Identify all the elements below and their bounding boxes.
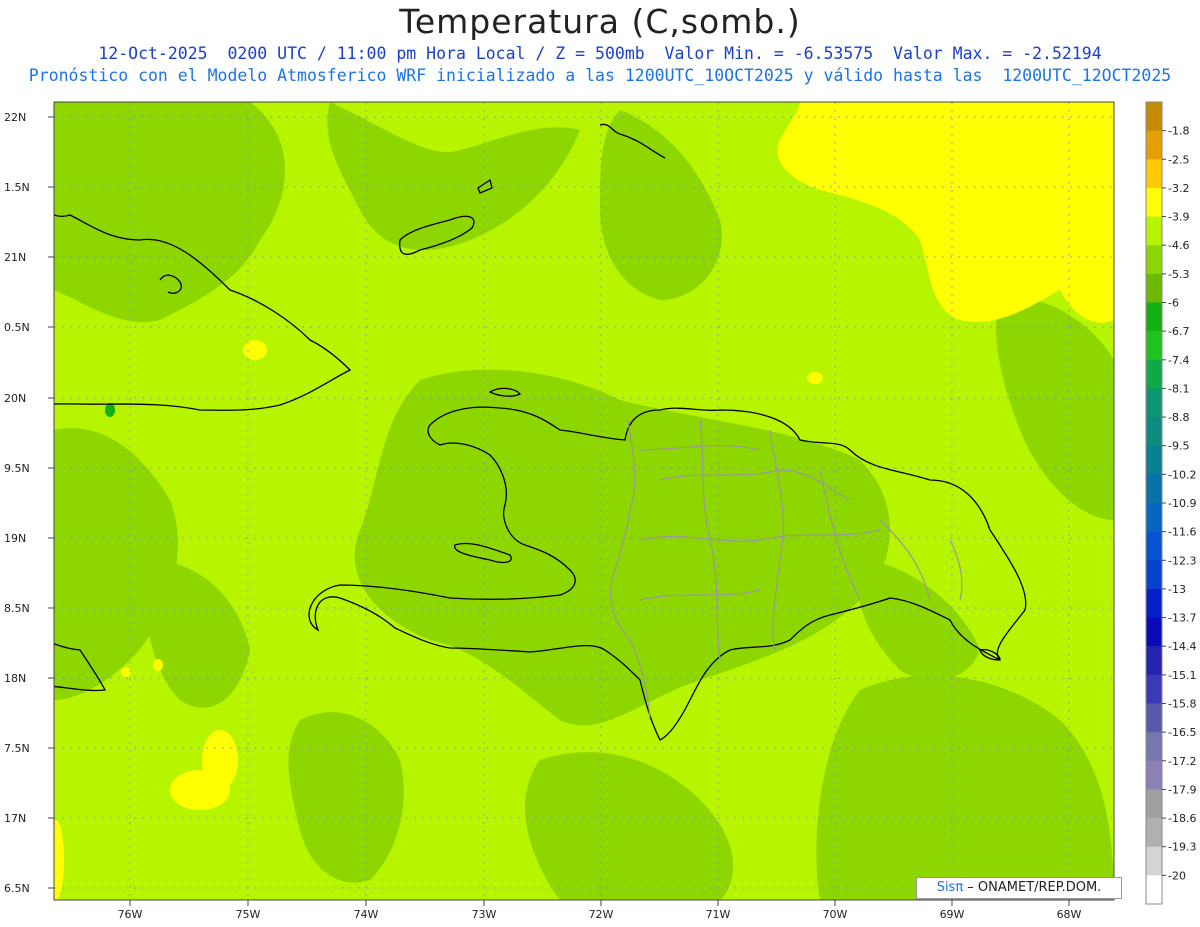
- lon-label: 75W: [236, 908, 261, 921]
- lon-label: 71W: [706, 908, 731, 921]
- lat-label: 8.5N: [4, 602, 30, 615]
- colorbar-swatch: [1146, 531, 1162, 561]
- lat-label: 22N: [4, 111, 26, 124]
- colorbar-label: -7.4: [1168, 354, 1189, 367]
- lon-label: 74W: [354, 908, 379, 921]
- colorbar-label: -10.9: [1168, 497, 1196, 510]
- lat-label: 9.5N: [4, 462, 30, 475]
- colorbar-swatch: [1146, 760, 1162, 790]
- colorbar-swatch: [1146, 646, 1162, 676]
- colorbar-swatch: [1146, 302, 1162, 332]
- credit-box: Sisπ – ONAMET/REP.DOM.: [916, 877, 1122, 899]
- latitude-labels: 22N 1.5N 21N 0.5N 20N 9.5N 19N 8.5N 18N …: [4, 111, 30, 895]
- colorbar-label: -8.8: [1168, 411, 1189, 424]
- colorbar-label: -13: [1168, 583, 1186, 596]
- colorbar-label: -3.9: [1168, 211, 1189, 224]
- colorbar-swatch: [1146, 732, 1162, 762]
- lon-label: 68W: [1057, 908, 1082, 921]
- colorbar-label: -15.8: [1168, 698, 1196, 711]
- colorbar-label: -6.7: [1168, 325, 1189, 338]
- colorbar-swatch: [1146, 245, 1162, 275]
- colorbar-swatch: [1146, 331, 1162, 361]
- colorbar-label: -10.2: [1168, 468, 1196, 481]
- lon-label: 76W: [118, 908, 143, 921]
- colorbar-label: -17.2: [1168, 755, 1196, 768]
- credit-brand: Sisπ: [936, 880, 964, 895]
- colorbar-swatch: [1146, 102, 1162, 132]
- credit-text: – ONAMET/REP.DOM.: [963, 880, 1102, 895]
- colorbar-swatch: [1146, 130, 1162, 160]
- colorbar-label: -17.9: [1168, 783, 1196, 796]
- colorbar-swatch: [1146, 388, 1162, 418]
- lat-label: 17N: [4, 812, 26, 825]
- colorbar-label: -15.1: [1168, 669, 1196, 682]
- lat-label: 21N: [4, 251, 26, 264]
- colorbar-swatch: [1146, 187, 1162, 218]
- colorbar-swatch: [1146, 789, 1162, 819]
- colorbar-label: -16.5: [1168, 726, 1196, 739]
- colorbar: -1.8 -2.5 -3.2 -3.9 -4.6 -5.3 -6 -6.7 -7.4 -8.1 -8…: [1145, 101, 1196, 905]
- lat-label: 18N: [4, 672, 26, 685]
- colorbar-label: -20: [1168, 869, 1186, 882]
- colorbar-swatch: [1146, 445, 1162, 475]
- colorbar-label: -4.6: [1168, 239, 1189, 252]
- colorbar-label: -8.1: [1168, 382, 1189, 395]
- colorbar-label: -18.6: [1168, 812, 1196, 825]
- colorbar-label: -12.3: [1168, 554, 1196, 567]
- temperature-field: [54, 102, 1114, 900]
- colorbar-swatch: [1146, 474, 1162, 504]
- colorbar-swatch: [1146, 846, 1162, 876]
- colorbar-swatch: [1146, 503, 1162, 533]
- colorbar-swatch: [1146, 617, 1162, 647]
- lat-label: 20N: [4, 392, 26, 405]
- colorbar-swatch: [1146, 273, 1162, 303]
- colorbar-swatch: [1146, 359, 1162, 389]
- colorbar-swatch: [1146, 588, 1162, 619]
- lon-label: 73W: [472, 908, 497, 921]
- lat-label: 1.5N: [4, 181, 30, 194]
- colorbar-swatch: [1146, 216, 1162, 246]
- lat-label: 7.5N: [4, 742, 30, 755]
- lat-label: 19N: [4, 532, 26, 545]
- colorbar-swatch: [1146, 818, 1162, 848]
- lat-label: 0.5N: [4, 321, 30, 334]
- colorbar-label: -19.3: [1168, 841, 1196, 854]
- lat-label: 6.5N: [4, 882, 30, 895]
- colorbar-label: -14.4: [1168, 640, 1196, 653]
- latitude-ticks: [48, 116, 54, 889]
- colorbar-label: -11.6: [1168, 526, 1196, 539]
- colorbar-label: -1.8: [1168, 125, 1189, 138]
- lon-label: 70W: [823, 908, 848, 921]
- colorbar-swatch: [1146, 674, 1162, 704]
- colorbar-swatch: [1146, 703, 1162, 733]
- longitude-labels: 76W 75W 74W 73W 72W 71W 70W 69W 68W: [118, 908, 1082, 921]
- colorbar-label: -6: [1168, 297, 1179, 310]
- colorbar-swatch: [1146, 417, 1162, 447]
- longitude-ticks: [129, 900, 1070, 906]
- lon-label: 72W: [589, 908, 614, 921]
- colorbar-swatch: [1146, 875, 1162, 905]
- colorbar-swatch: [1146, 560, 1162, 590]
- colorbar-label: -5.3: [1168, 268, 1189, 281]
- colorbar-label: -13.7: [1168, 612, 1196, 625]
- colorbar-swatch: [1146, 159, 1162, 189]
- map-figure: 22N 1.5N 21N 0.5N 20N 9.5N 19N 8.5N 18N …: [4, 101, 1196, 921]
- lon-label: 69W: [940, 908, 965, 921]
- colorbar-label: -3.2: [1168, 182, 1189, 195]
- colorbar-label: -9.5: [1168, 440, 1189, 453]
- colorbar-label: -2.5: [1168, 153, 1189, 166]
